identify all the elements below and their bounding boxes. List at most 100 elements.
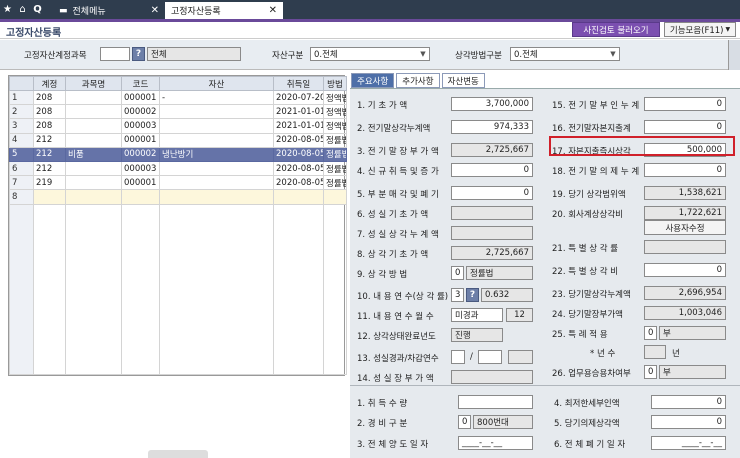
field-value[interactable]: 0	[451, 163, 533, 177]
field-label: 11. 내 용 연 수 월 수	[357, 312, 434, 322]
close-icon[interactable]: ✕	[151, 5, 159, 16]
field-label: 5. 당기의제상각액	[554, 419, 620, 429]
field-value: 1,722,621	[644, 206, 726, 220]
field-value[interactable]: 0	[644, 97, 726, 111]
cell-asset	[159, 160, 274, 177]
cell-code: 000001	[121, 132, 160, 148]
cell-code	[121, 189, 160, 205]
cell-method: 정률법	[323, 175, 347, 191]
table-row[interactable]: 3208 000003 2021-01-01정액법	[9, 118, 347, 134]
field-value[interactable]: 0	[651, 415, 726, 429]
field-value[interactable]: ____-__-__	[458, 436, 533, 450]
recheck-button[interactable]: 사진검토 불러오기	[572, 22, 660, 37]
field-value: 진행	[451, 328, 503, 342]
field-value[interactable]: 974,333	[451, 120, 533, 134]
cell-subject	[65, 89, 122, 106]
functions-button[interactable]: 기능모음(F11) ▼	[664, 22, 736, 37]
cell-asset	[159, 175, 274, 191]
field-code-input[interactable]: 0	[644, 365, 657, 379]
help-icon[interactable]: ?	[466, 288, 479, 302]
field-value: 부	[659, 326, 726, 340]
cell-account: 208	[33, 118, 66, 134]
home-icon[interactable]: ⌂	[15, 0, 30, 19]
tab-all-menu[interactable]: ▬ 전체메뉴 ✕	[53, 2, 165, 19]
field-label: 16. 전기말자본지출계	[552, 124, 631, 134]
side-handle[interactable]	[728, 40, 740, 70]
user-edit-button[interactable]: 사용자수정	[644, 220, 726, 235]
field-label: 1. 기 초 가 액	[357, 101, 408, 111]
scroll-handle[interactable]	[148, 450, 208, 458]
field-label: 24. 당기말장부가액	[552, 310, 623, 320]
table-row[interactable]: 6212 000003 2020-08-05정률법	[9, 160, 347, 177]
field-value[interactable]: 0	[451, 186, 533, 200]
field-code-input[interactable]: 0	[644, 326, 657, 340]
star-icon[interactable]: ★	[0, 0, 15, 19]
cell-subject: 비품	[65, 146, 122, 162]
tab-label: 고정자산등록	[171, 7, 221, 17]
header-method[interactable]: 방법	[323, 76, 347, 91]
search-icon[interactable]: Q	[30, 0, 45, 19]
field-value[interactable]: 0	[644, 263, 726, 277]
field-value: 정률법	[466, 266, 533, 280]
field-label: 12. 상각상태완료년도	[357, 332, 436, 342]
header-code[interactable]: 코드	[121, 76, 160, 91]
field-code-input[interactable]: 0	[458, 415, 471, 429]
dep-method-label: 상각방법구분	[455, 51, 502, 61]
field-code-input[interactable]: 3	[451, 288, 464, 302]
tab-changes[interactable]: 자산변동	[441, 73, 485, 88]
close-icon[interactable]: ✕	[269, 5, 277, 16]
table-row[interactable]: 8	[9, 189, 347, 205]
cell-method: 정률법	[323, 146, 347, 162]
account-code-input[interactable]	[100, 47, 130, 61]
table-row[interactable]: 4212 000001 2020-08-05정률법	[9, 132, 347, 148]
asset-type-select[interactable]: 0.전체 ▼	[310, 47, 430, 61]
table-row[interactable]: 7219 000001 2020-08-05정률법	[9, 175, 347, 191]
field-label: 15. 전 기 말 부 인 누 계	[552, 101, 640, 111]
tab-main[interactable]: 주요사항	[351, 73, 395, 88]
divider	[350, 385, 740, 386]
tab-fixed-asset[interactable]: 고정자산등록 ✕	[165, 2, 283, 19]
header-date[interactable]: 취득일	[273, 76, 324, 91]
field-value[interactable]: 3,700,000	[451, 97, 533, 111]
years-input-a[interactable]	[451, 350, 465, 364]
cell-method: 정액법	[323, 118, 347, 134]
cell-asset	[159, 118, 274, 134]
header-subject[interactable]: 과목명	[65, 76, 122, 91]
tab-label: 전체메뉴	[72, 7, 106, 17]
asset-type-label: 자산구분	[272, 51, 304, 61]
cell-date: 2020-08-05	[273, 160, 324, 177]
field-label: * 년 수	[590, 349, 616, 359]
field-value[interactable]: 0	[651, 395, 726, 409]
help-icon[interactable]: ?	[132, 47, 145, 61]
field-value[interactable]: ____-__-__	[651, 436, 726, 450]
grid-empty-area	[9, 203, 347, 375]
field-value: 12	[506, 308, 533, 322]
years-input-b[interactable]	[478, 350, 502, 364]
table-row[interactable]: 1208 000001-2020-07-20정액법	[9, 89, 347, 106]
cell-subject	[65, 118, 122, 134]
cell-method	[323, 189, 347, 205]
dep-method-select[interactable]: 0.전체 ▼	[510, 47, 620, 61]
cell-account: 208	[33, 104, 66, 120]
header-asset[interactable]: 자산	[159, 76, 274, 91]
tab-additional[interactable]: 추가사항	[396, 73, 440, 88]
field-label: 19. 당기 상각범위액	[552, 190, 626, 200]
header-account[interactable]: 계정	[33, 76, 66, 91]
field-label: 25. 특 례 적 용	[552, 330, 608, 340]
field-code-input[interactable]: 0	[451, 266, 464, 280]
table-row[interactable]: 5212비품000002냉난방기2020-08-05정률법	[9, 146, 347, 162]
field-value[interactable]: 0	[644, 120, 726, 134]
table-row[interactable]: 2208 000002 2021-01-01정액법	[9, 104, 347, 120]
field-value	[451, 206, 533, 220]
field-label: 6. 전 체 폐 기 일 자	[554, 440, 626, 450]
field-label: 22. 특 별 상 각 비	[552, 267, 619, 277]
field-value[interactable]: 0	[644, 163, 726, 177]
cell-code: 000003	[121, 160, 160, 177]
field-value[interactable]	[458, 395, 533, 409]
title-bar: 고정자산등록 사진검토 불러오기 기능모음(F11) ▼	[0, 22, 740, 39]
field-label: 3. 전 기 말 장 부 가 액	[357, 147, 439, 157]
field-code-input[interactable]: 미경과	[451, 308, 503, 322]
field-label: 21. 특 별 상 각 률	[552, 244, 619, 254]
cell-code: 000003	[121, 118, 160, 134]
field-label: 18. 전 기 말 의 제 누 계	[552, 167, 640, 177]
